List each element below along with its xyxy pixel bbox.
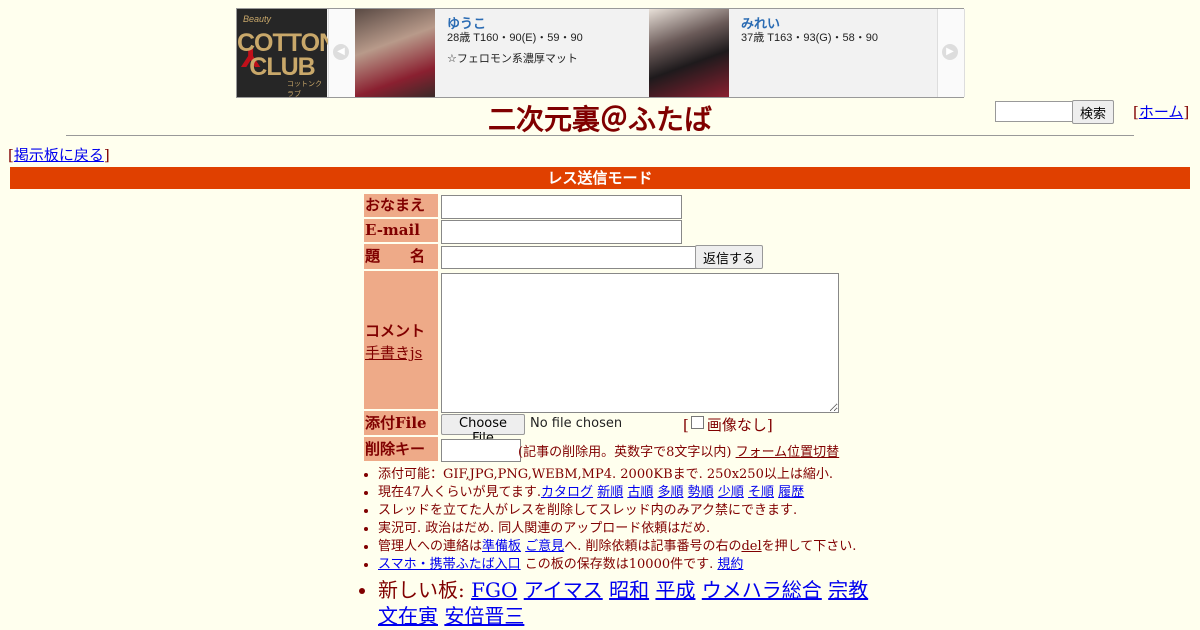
delete-key-input[interactable] [441, 439, 521, 462]
ad-card[interactable]: みれい 37歳 T163・93(G)・58・90 [649, 9, 939, 97]
chevron-left-icon: ◀ [333, 44, 349, 60]
note-text: 添付可能：GIF,JPG,PNG,WEBM,MP4. 2000KBまで. 250… [378, 467, 833, 482]
file-status: No file chosen [530, 416, 623, 431]
ad-card-desc: ☆フェロモン系濃厚マット [447, 53, 578, 65]
chevron-right-icon: ▶ [942, 44, 958, 60]
sort-old-link[interactable]: 古順 [627, 485, 653, 500]
no-image-label: 画像なし [706, 416, 767, 434]
mobile-entry-link[interactable]: スマホ・携帯ふたば入口 [378, 557, 521, 572]
sort-new-link[interactable]: 新順 [597, 485, 623, 500]
list-item: スレッドを立てた人がレスを削除してスレッド内のみアク禁にできます. [378, 502, 888, 520]
terms-link[interactable]: 規約 [717, 557, 743, 572]
delete-key-hint: (記事の削除用。英数字で8文字以内) [518, 445, 732, 460]
ad-photo[interactable] [649, 9, 729, 97]
board-link-abe[interactable]: 安倍晋三 [444, 604, 524, 628]
reply-submit-button[interactable]: 返信する [695, 245, 763, 269]
sort-many-link[interactable]: 多順 [658, 485, 684, 500]
list-item: 新しい板: FGO アイマス 昭和 平成 ウメハラ総合 宗教 文在寅 安倍晋三 [378, 577, 888, 629]
no-image-option: [ 画像なし] [683, 414, 773, 435]
del-word: del [741, 539, 762, 554]
board-notes: 添付可能：GIF,JPG,PNG,WEBM,MP4. 2000KBまで. 250… [364, 466, 888, 629]
delete-key-note: (記事の削除用。英数字で8文字以内) フォーム位置切替 [518, 441, 839, 460]
file-label: 添付File [364, 411, 438, 435]
sort-momentum-link[interactable]: 勢順 [688, 485, 714, 500]
divider [66, 135, 1134, 136]
email-label: E-mail [364, 219, 438, 242]
board-link-fgo[interactable]: FGO [471, 578, 517, 602]
search-button[interactable]: 検索 [1072, 100, 1114, 124]
list-item: 現在47人くらいが見てます.カタログ 新順 古順 多順 勢順 少順 そ順 履歴 [378, 484, 888, 502]
sort-few-link[interactable]: 少順 [718, 485, 744, 500]
board-link-imas[interactable]: アイマス [524, 578, 603, 602]
handwriting-link[interactable]: 手書きjs [365, 342, 422, 363]
cotton-club-logo[interactable]: Beauty ⅄ COTTON CLUB コットンクラブ [237, 9, 337, 98]
viewer-count-text: 現在47人くらいが見てます. [378, 485, 542, 500]
ad-card-stats: 37歳 T163・93(G)・58・90 [741, 32, 878, 44]
sort-so-link[interactable]: そ順 [748, 485, 774, 500]
note-text: 管理人への連絡は [378, 539, 483, 554]
history-link[interactable]: 履歴 [778, 485, 804, 500]
list-item: 添付可能：GIF,JPG,PNG,WEBM,MP4. 2000KBまで. 250… [378, 466, 888, 484]
list-item: 管理人への連絡は準備板 ご意見へ. 削除依頼は記事番号の右のdelを押して下さい… [378, 538, 888, 556]
ad-banner[interactable]: Beauty ⅄ COTTON CLUB コットンクラブ ◀ ゆうこ 28歳 T… [236, 8, 965, 98]
home-link[interactable]: ホーム [1139, 103, 1184, 121]
note-text: この板の保存数は10000件です. [520, 557, 714, 572]
note-text: へ. 削除依頼は記事番号の右の [564, 539, 742, 554]
name-input[interactable] [441, 195, 682, 219]
comment-label: コメント [365, 322, 426, 340]
board-link-religion[interactable]: 宗教 [828, 578, 868, 602]
ad-card[interactable]: ゆうこ 28歳 T160・90(E)・59・90 ☆フェロモン系濃厚マット [355, 9, 645, 97]
ad-card-stats: 28歳 T160・90(E)・59・90 [447, 32, 583, 44]
board-link-umehara[interactable]: ウメハラ総合 [702, 578, 822, 602]
bracket-close: ] [103, 146, 110, 164]
home-nav: [ホーム] [1133, 101, 1189, 122]
list-item: スマホ・携帯ふたば入口 この板の保存数は10000件です. 規約 [378, 556, 888, 574]
list-item: 実況可. 政治はだめ. 同人関連のアップロード依頼はだめ. [378, 520, 888, 538]
bracket-close: ] [766, 416, 773, 434]
feedback-link[interactable]: ご意見 [525, 539, 564, 554]
board-link-showa[interactable]: 昭和 [609, 578, 649, 602]
comment-label-cell: コメント 手書きjs [364, 271, 438, 409]
name-label: おなまえ [364, 194, 438, 217]
reply-mode-banner: レス送信モード [10, 167, 1190, 189]
subject-label: 題 名 [364, 244, 438, 269]
logo-text-top: Beauty [243, 14, 272, 24]
ad-photo[interactable] [355, 9, 435, 97]
catalog-link[interactable]: カタログ [541, 485, 593, 500]
prep-board-link[interactable]: 準備板 [482, 539, 521, 554]
note-text: を押して下さい. [761, 539, 857, 554]
comment-textarea[interactable] [441, 273, 839, 413]
search-input[interactable] [995, 101, 1076, 122]
note-text: 実況可. 政治はだめ. 同人関連のアップロード依頼はだめ. [378, 521, 711, 536]
note-text: スレッドを立てた人がレスを削除してスレッド内のみアク禁にできます. [378, 503, 798, 518]
new-boards-label: 新しい板: [378, 578, 472, 602]
bracket-close: ] [1183, 103, 1190, 121]
back-to-board-link[interactable]: 掲示板に戻る [14, 146, 104, 164]
no-image-checkbox[interactable] [690, 416, 704, 429]
email-input[interactable] [441, 220, 682, 244]
logo-text-main: COTTON CLUB [237, 29, 337, 81]
form-position-toggle-link[interactable]: フォーム位置切替 [736, 445, 840, 460]
board-link-heisei[interactable]: 平成 [655, 578, 695, 602]
ad-prev-button[interactable]: ◀ [328, 9, 356, 97]
delete-key-label: 削除キー [364, 437, 438, 461]
board-link-moon-jae-in[interactable]: 文在寅 [378, 604, 438, 628]
ad-next-button[interactable]: ▶ [937, 9, 965, 97]
logo-text-sub: コットンクラブ [287, 81, 322, 98]
subject-input[interactable] [441, 246, 700, 269]
back-nav: [掲示板に戻る] [8, 144, 110, 165]
bracket-open: [ [683, 416, 689, 434]
choose-file-button[interactable]: Choose File [441, 414, 525, 446]
